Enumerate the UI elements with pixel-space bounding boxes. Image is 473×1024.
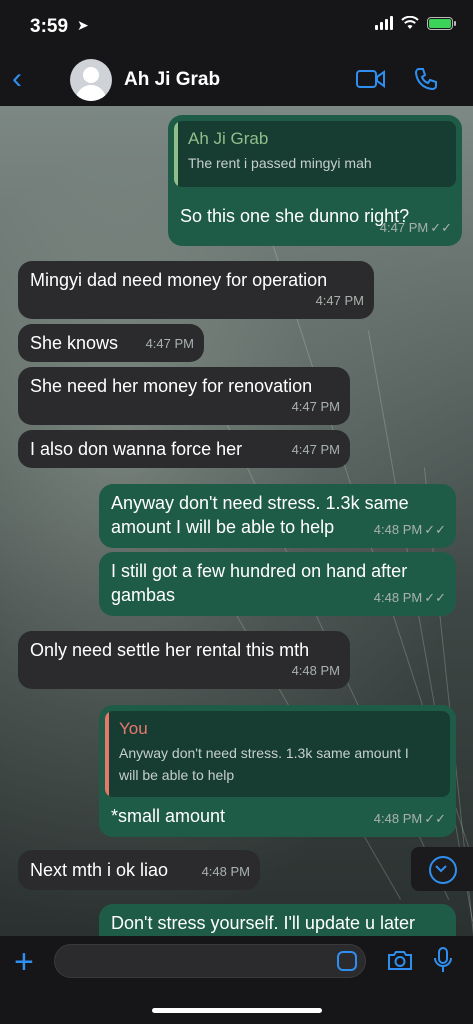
message-text: gambas (111, 585, 176, 605)
status-bar: 3:59 ➤ (0, 0, 473, 56)
message-text: *small amount (111, 806, 226, 826)
message-text: Don't stress yourself. I'll update u lat… (111, 913, 416, 933)
message-text: Next mth i ok liao (30, 860, 169, 880)
chat-header: ‹ Ah Ji Grab (0, 56, 473, 106)
message-time: 4:47 PM (315, 293, 364, 308)
microphone-icon[interactable] (433, 946, 453, 974)
chat-area[interactable]: Ah Ji Grab The rent i passed mingyi mah … (0, 106, 473, 936)
scroll-down-button[interactable] (411, 847, 473, 891)
message-time: 4:47 PM (291, 442, 340, 457)
message-text: amount I will be able to help (111, 517, 335, 537)
reply-sender: You (119, 719, 148, 738)
message-bubble-incoming[interactable]: She need her money for renovation 4:47 P… (18, 367, 350, 425)
message-text: Only need settle her rental this mth (30, 640, 310, 660)
message-time: 4:48 PM (201, 864, 250, 879)
message-time: 4:48 PM ✓✓ (373, 590, 446, 605)
battery-icon (427, 16, 456, 30)
phone-icon[interactable] (413, 66, 439, 92)
location-arrow-icon: ➤ (77, 17, 89, 33)
reply-quote[interactable]: Ah Ji Grab The rent i passed mingyi mah (174, 121, 456, 187)
message-bubble-outgoing[interactable]: You Anyway don't need stress. 1.3k same … (99, 705, 456, 837)
signal-icon (375, 16, 393, 30)
message-bubble-outgoing[interactable]: I still got a few hundred on hand after … (99, 552, 456, 616)
message-text: Anyway don't need stress. 1.3k same (111, 493, 409, 513)
reply-quote[interactable]: You Anyway don't need stress. 1.3k same … (105, 711, 450, 797)
read-ticks-icon: ✓✓ (424, 522, 446, 537)
read-ticks-icon: ✓✓ (424, 811, 446, 826)
contact-name[interactable]: Ah Ji Grab (124, 69, 220, 91)
message-time: 4:47 PM (145, 336, 194, 351)
message-time: 4:47 PM ✓✓ (379, 220, 452, 235)
message-bubble-outgoing[interactable]: Anyway don't need stress. 1.3k same amou… (99, 484, 456, 548)
message-text: She need her money for renovation (30, 376, 313, 396)
status-time: 3:59 (30, 16, 69, 37)
avatar[interactable] (70, 59, 112, 101)
scroll-down-icon (429, 856, 457, 884)
reply-sender: Ah Ji Grab (188, 129, 269, 148)
message-time: 4:48 PM ✓✓ (373, 811, 446, 826)
reply-text: The rent i passed mingyi mah (188, 155, 372, 171)
message-text: She knows (30, 333, 119, 353)
message-bubble-incoming[interactable]: Mingyi dad need money for operation 4:47… (18, 261, 374, 319)
video-call-icon[interactable] (355, 66, 387, 92)
message-text: I also don wanna force her (30, 439, 243, 459)
message-bubble-incoming[interactable]: She knows 4:47 PM (18, 324, 204, 362)
message-time: 4:48 PM ✓✓ (373, 522, 446, 537)
message-bubble-incoming[interactable]: I also don wanna force her 4:47 PM (18, 430, 350, 468)
message-text: So this one she dunno right? (180, 206, 410, 226)
message-time: 4:48 PM (291, 663, 340, 678)
read-ticks-icon: ✓✓ (430, 220, 452, 235)
sticker-icon[interactable] (337, 951, 357, 971)
message-text: Mingyi dad need money for operation (30, 270, 328, 290)
plus-icon[interactable]: + (14, 945, 34, 979)
message-bubble-outgoing[interactable]: Ah Ji Grab The rent i passed mingyi mah … (168, 115, 462, 246)
back-chevron-icon[interactable]: ‹ (12, 62, 22, 96)
message-bubble-incoming[interactable]: Next mth i ok liao 4:48 PM (18, 850, 260, 890)
message-text: I still got a few hundred on hand after (111, 561, 408, 581)
message-bubble-outgoing[interactable]: Don't stress yourself. I'll update u lat… (99, 904, 456, 936)
message-time: 4:47 PM (291, 399, 340, 414)
wifi-icon (401, 16, 419, 29)
reply-text: Anyway don't need stress. 1.3k same amou… (119, 745, 409, 783)
camera-icon[interactable] (386, 948, 414, 972)
read-ticks-icon: ✓✓ (424, 590, 446, 605)
message-bubble-incoming[interactable]: Only need settle her rental this mth 4:4… (18, 631, 350, 689)
home-indicator[interactable] (152, 1008, 322, 1013)
message-input[interactable] (54, 944, 366, 978)
